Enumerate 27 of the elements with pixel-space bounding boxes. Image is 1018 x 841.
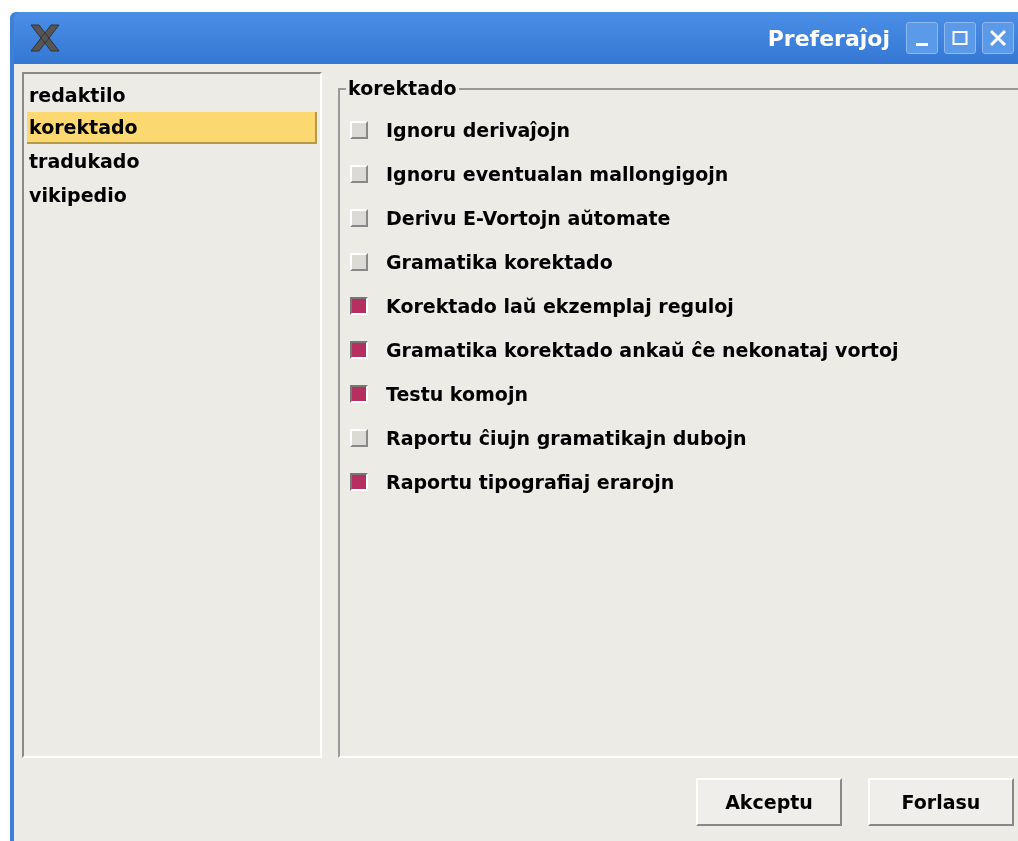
checkbox-label: Ignoru eventualan mallongigojn [386, 163, 729, 185]
close-button[interactable] [982, 22, 1014, 54]
maximize-button[interactable] [944, 22, 976, 54]
category-item[interactable]: tradukado [27, 144, 317, 178]
maximize-icon [952, 30, 968, 46]
minimize-icon [916, 42, 928, 46]
checkbox[interactable] [350, 473, 368, 491]
checkbox[interactable] [350, 297, 368, 315]
checkbox-label: Raportu tipografiaj erarojn [386, 471, 675, 493]
category-item[interactable]: korektado [27, 112, 317, 144]
category-item[interactable]: redaktilo [27, 78, 317, 112]
checkbox-label: Korektado laŭ ekzemplaj reguloj [386, 295, 734, 317]
checkbox-label: Raportu ĉiujn gramatikajn dubojn [386, 427, 747, 449]
category-item[interactable]: vikipedio [27, 178, 317, 212]
window-title: Preferaĵoj [767, 25, 890, 51]
checkbox-label: Ignoru derivaĵojn [386, 119, 570, 141]
x-logo-icon [28, 23, 62, 53]
minimize-button[interactable] [906, 22, 938, 54]
checkbox-label: Gramatika korektado ankaŭ ĉe nekonataj vortoj [386, 339, 899, 361]
accept-button[interactable]: Akceptu [696, 778, 842, 826]
checkbox-label: Derivu E-Vortojn aŭtomate [386, 207, 671, 229]
checkbox-label: Testu komojn [386, 383, 528, 405]
cancel-button[interactable]: Forlasu [868, 778, 1014, 826]
checkbox[interactable] [350, 341, 368, 359]
checkbox[interactable] [350, 385, 368, 403]
checkbox-label: Gramatika korektado [386, 251, 613, 273]
close-icon [989, 29, 1007, 47]
